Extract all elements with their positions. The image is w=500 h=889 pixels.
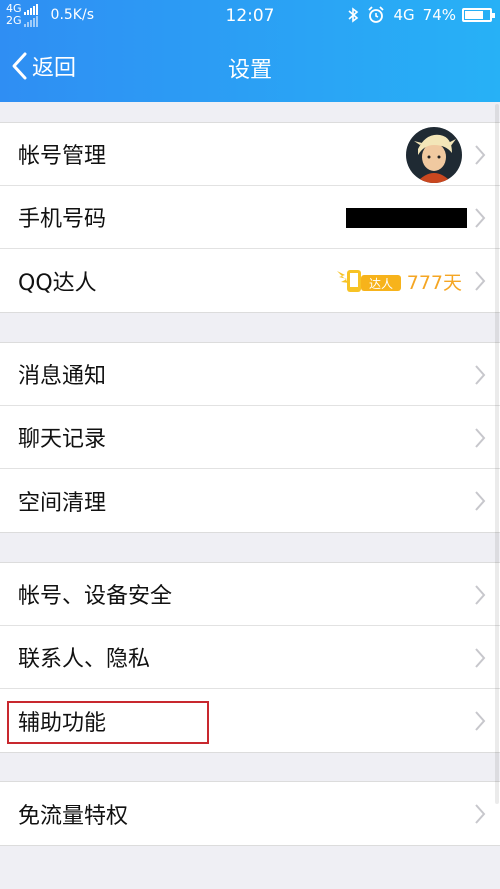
row-label: 帐号、设备安全: [18, 584, 173, 609]
row-label: 手机号码: [18, 207, 107, 232]
settings-row-storage-cleanup[interactable]: 空间清理: [0, 469, 500, 532]
status-bar: 4G 2G 0.5K/s 12:07 4G 74%: [0, 0, 500, 32]
scrollbar[interactable]: [495, 104, 499, 804]
chevron-right-icon: [475, 145, 486, 165]
redacted-phone-number: [346, 208, 467, 228]
page-title: 设置: [227, 58, 272, 83]
daren-days: 777天: [406, 271, 462, 294]
chevron-right-icon: [475, 365, 486, 385]
battery-percent: 74%: [422, 6, 456, 24]
daren-badge-text: 达人: [369, 277, 393, 291]
daren-indicator: 达人 777天: [335, 267, 462, 295]
nav-bar: 返回 设置: [0, 32, 500, 102]
settings-row-account[interactable]: 帐号管理: [0, 123, 500, 186]
row-label: 聊天记录: [18, 427, 107, 452]
chevron-right-icon: [475, 711, 486, 731]
bluetooth-icon: [348, 7, 359, 23]
settings-row-contacts-privacy[interactable]: 联系人、隐私: [0, 626, 500, 689]
settings-row-device-security[interactable]: 帐号、设备安全: [0, 563, 500, 626]
row-label: 联系人、隐私: [18, 647, 151, 672]
row-label: 免流量特权: [18, 803, 129, 829]
settings-group-messages: 消息通知 聊天记录 空间清理: [0, 342, 500, 533]
row-label: 帐号管理: [18, 144, 107, 169]
settings-row-free-data[interactable]: 免流量特权: [0, 782, 500, 845]
daren-badge-icon: 达人: [336, 270, 401, 292]
settings-group-data-plan: 免流量特权: [0, 781, 500, 846]
status-right: 4G 74%: [347, 6, 495, 24]
settings-row-chat-history[interactable]: 聊天记录: [0, 406, 500, 469]
chevron-right-icon: [475, 804, 486, 824]
chevron-right-icon: [475, 271, 486, 291]
chevron-right-icon: [475, 208, 486, 228]
network-type: 4G: [393, 6, 415, 24]
alarm-icon: [368, 6, 385, 23]
settings-row-qq-daren[interactable]: QQ达人 达人 777天: [0, 249, 500, 312]
row-label: 空间清理: [18, 490, 107, 516]
avatar: [406, 127, 462, 183]
row-label: QQ达人: [18, 270, 97, 296]
row-label: 消息通知: [18, 364, 107, 389]
battery-icon: [462, 8, 495, 22]
chevron-right-icon: [475, 648, 486, 668]
settings-row-phone[interactable]: 手机号码: [0, 186, 500, 249]
highlight-box: [7, 701, 209, 744]
chevron-right-icon: [475, 428, 486, 448]
settings-row-notifications[interactable]: 消息通知: [0, 343, 500, 406]
chevron-right-icon: [475, 585, 486, 605]
settings-group-account: 帐号管理 手机号码 QQ达人 达人 777天: [0, 122, 500, 313]
chevron-right-icon: [475, 491, 486, 511]
